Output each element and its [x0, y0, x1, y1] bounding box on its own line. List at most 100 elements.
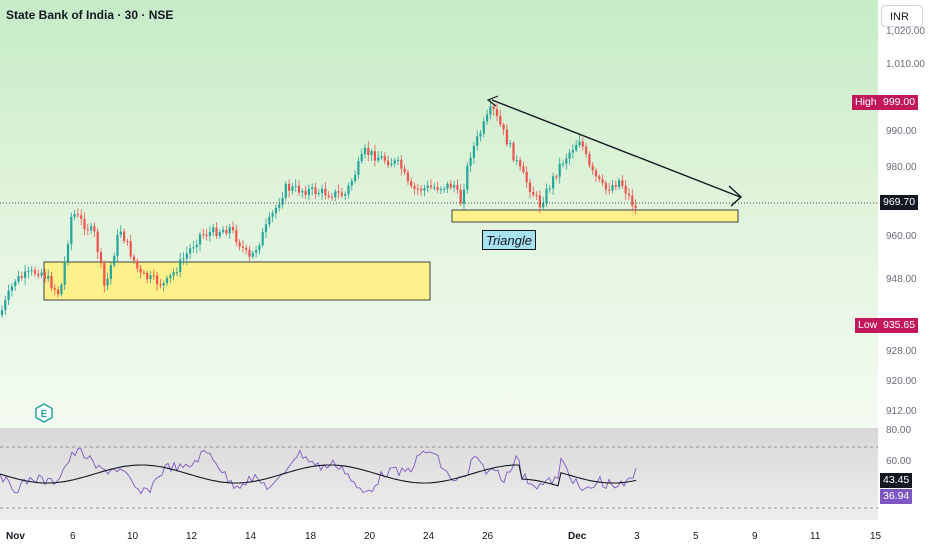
- candle-body: [344, 194, 347, 196]
- candle-body: [548, 188, 551, 190]
- time-label: 24: [423, 531, 435, 542]
- candle-body: [169, 275, 172, 278]
- candle-body: [423, 188, 426, 191]
- candle-body: [109, 265, 112, 279]
- candle-body: [311, 187, 314, 190]
- candle-body: [86, 229, 89, 231]
- triangle-pattern-label[interactable]: Triangle: [482, 230, 536, 250]
- high-value-tag: 999.00: [880, 95, 919, 110]
- candle-body: [502, 124, 505, 130]
- candle-body: [99, 252, 103, 264]
- candle-body: [281, 197, 284, 205]
- candle-body: [571, 150, 574, 153]
- candle-body: [357, 161, 360, 175]
- candle-body: [472, 145, 475, 158]
- candle-body: [162, 283, 165, 286]
- candle-body: [33, 270, 37, 274]
- candle-body: [47, 276, 50, 279]
- candle-body: [264, 224, 268, 232]
- candle-body: [215, 227, 218, 237]
- candle-body: [212, 227, 215, 233]
- candle-body: [7, 290, 10, 301]
- candle-body: [119, 231, 122, 235]
- candle-body: [618, 180, 621, 187]
- candle-body: [515, 160, 518, 162]
- candle-body: [495, 109, 499, 117]
- candle-body: [106, 278, 109, 286]
- candle-body: [321, 188, 324, 194]
- candle-body: [327, 195, 330, 197]
- candle-body: [301, 190, 304, 193]
- candle-body: [561, 163, 565, 165]
- time-label: 26: [482, 531, 494, 542]
- candle-body: [373, 151, 376, 161]
- candle-body: [436, 187, 439, 190]
- candle-body: [489, 106, 492, 115]
- candle-body: [604, 182, 607, 190]
- candle-body: [380, 156, 383, 158]
- time-label: 3: [634, 531, 640, 542]
- candle-body: [182, 258, 185, 260]
- candle-body: [96, 231, 99, 253]
- candle-body: [202, 234, 205, 236]
- candle-body: [354, 174, 357, 182]
- candle-body: [449, 183, 452, 188]
- candle-body: [175, 272, 178, 274]
- candle-body: [149, 275, 152, 280]
- candle-body: [499, 116, 502, 125]
- candle-body: [627, 193, 631, 196]
- candle-body: [565, 158, 568, 164]
- candle-body: [93, 226, 96, 232]
- candle-body: [330, 196, 334, 198]
- candle-body: [558, 163, 561, 177]
- symbol-title[interactable]: State Bank of India · 30 · NSE: [6, 8, 173, 22]
- candle-body: [410, 181, 413, 186]
- candle-body: [387, 160, 390, 166]
- candle-body: [525, 171, 528, 183]
- candle-body: [578, 141, 581, 145]
- low-value-tag: 935.65: [880, 318, 919, 333]
- candle-body: [479, 133, 482, 137]
- candle-body: [53, 288, 56, 290]
- candle-body: [116, 234, 119, 256]
- candle-body: [317, 193, 320, 195]
- candle-body: [601, 179, 604, 183]
- time-label: 15: [870, 531, 882, 542]
- candle-body: [10, 286, 13, 291]
- candle-body: [552, 176, 555, 189]
- e-logo-icon[interactable]: E: [35, 403, 53, 423]
- candle-body: [30, 270, 33, 272]
- price-tick: 980.00: [886, 162, 917, 173]
- candle-body: [555, 176, 558, 178]
- candle-body: [274, 207, 277, 214]
- candle-body: [278, 204, 281, 208]
- candle-body: [205, 234, 208, 236]
- price-tick: 928.00: [886, 346, 917, 357]
- candle-body: [271, 213, 274, 217]
- candle-body: [185, 253, 188, 259]
- candle-body: [462, 189, 466, 204]
- candle-body: [406, 172, 409, 182]
- candle-body: [261, 231, 264, 246]
- currency-button[interactable]: INR: [881, 5, 923, 27]
- candle-body: [363, 147, 367, 155]
- candle-body: [634, 205, 637, 209]
- candle-body: [222, 229, 225, 233]
- candle-body: [248, 249, 251, 257]
- candle-body: [0, 310, 4, 315]
- candle-body: [241, 246, 244, 248]
- candle-body: [156, 275, 159, 285]
- time-label: 6: [70, 531, 76, 542]
- candle-body: [377, 157, 380, 161]
- candle-body: [291, 186, 294, 191]
- candle-body: [60, 284, 63, 295]
- price-tick: 1,010.00: [886, 59, 925, 70]
- candle-body: [542, 203, 545, 208]
- candle-body: [255, 250, 258, 253]
- candle-body: [383, 156, 386, 161]
- price-tick: 912.00: [886, 406, 917, 417]
- candle-body: [588, 154, 591, 166]
- time-label: Dec: [568, 531, 587, 542]
- triangle-base-zone: [451, 209, 739, 223]
- candle-body: [519, 160, 522, 167]
